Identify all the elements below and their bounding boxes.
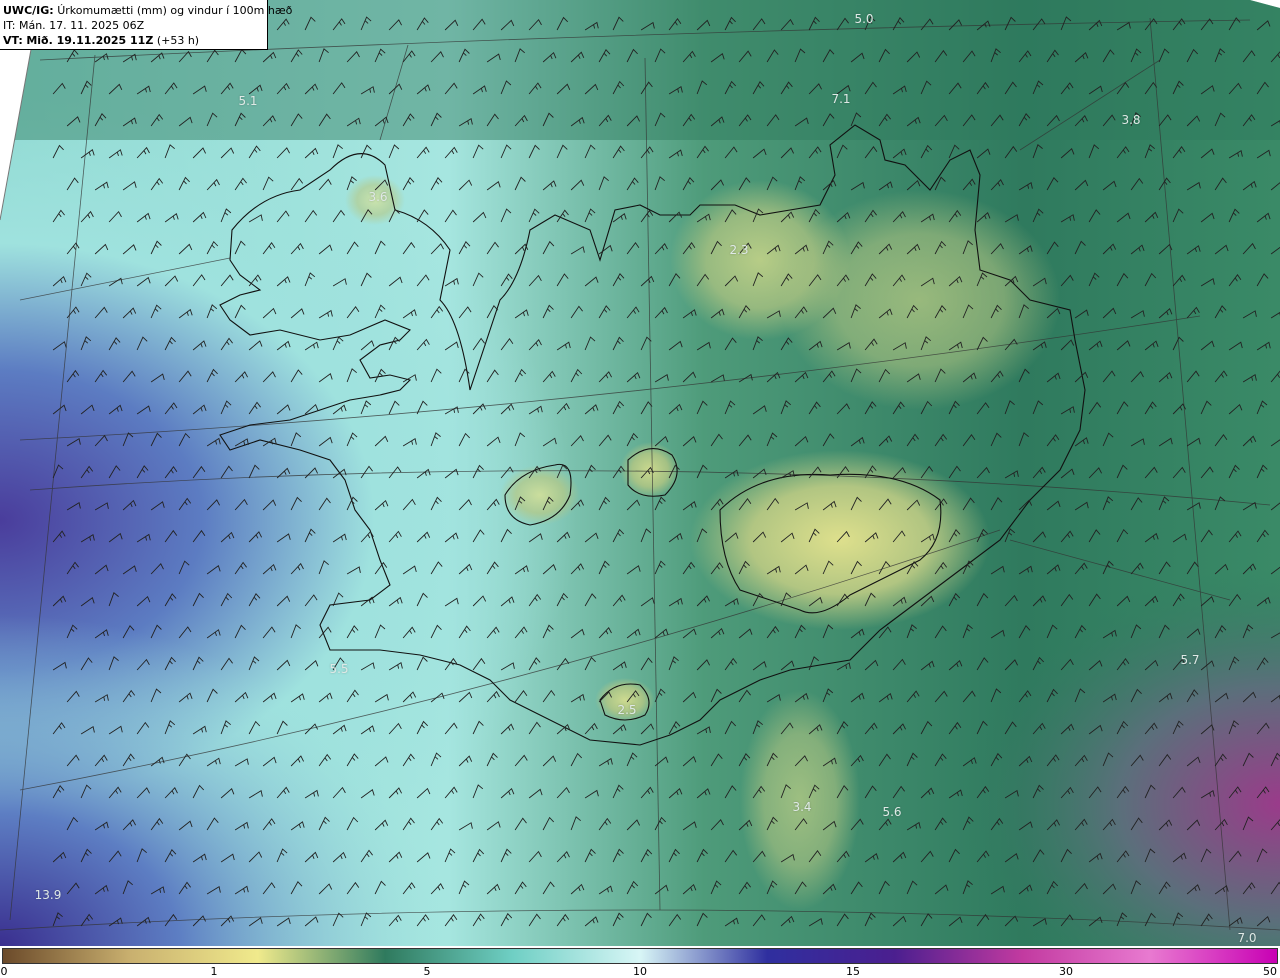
value-label: 7.1: [831, 92, 851, 106]
value-label: 3.4: [792, 800, 812, 814]
colorbar-tick: 1: [210, 965, 218, 978]
value-label: 5.7: [1180, 653, 1200, 667]
value-label: 5.5: [329, 662, 349, 676]
colorbar-tick: 15: [846, 965, 860, 978]
value-label: 2.3: [729, 243, 749, 257]
title-box: UWC/IG: Úrkomumætti (mm) og vindur í 100…: [0, 0, 292, 50]
colorbar: 0 1 5 10 15 30 50: [0, 946, 1280, 978]
title-line: UWC/IG: Úrkomumætti (mm) og vindur í 100…: [3, 3, 292, 18]
map-canvas: [0, 0, 1280, 946]
init-time: IT: Mán. 17. 11. 2025 06Z: [3, 19, 145, 32]
value-label: 5.6: [882, 805, 902, 819]
colorbar-tick: 10: [633, 965, 647, 978]
valid-prefix: VT:: [3, 34, 23, 47]
colorbar-tick: 5: [423, 965, 431, 978]
valid-time-line: VT: Mið. 19.11.2025 11Z (+53 h): [3, 33, 267, 48]
value-label: 2.5: [617, 703, 637, 717]
lead-time: (+53 h): [156, 34, 200, 47]
colorbar-gradient: [2, 948, 1278, 964]
valid-time: Mið. 19.11.2025 11Z: [26, 34, 154, 47]
value-label: 3.6: [368, 190, 388, 204]
value-label: 5.0: [854, 12, 874, 26]
product-code: UWC/IG:: [3, 4, 54, 17]
value-label: 5.1: [238, 94, 258, 108]
map-area: 5.0 5.1 7.1 3.8 3.6 2.3 5.7 2.5 3.4 5.6 …: [0, 0, 1280, 946]
map-title: Úrkomumætti (mm) og vindur í 100m hæð: [57, 4, 293, 17]
colorbar-tick: 0: [0, 965, 8, 978]
colorbar-tick: 30: [1059, 965, 1073, 978]
value-label: 7.0: [1237, 931, 1257, 945]
value-label: 13.9: [34, 888, 62, 902]
value-label: 3.8: [1121, 113, 1141, 127]
colorbar-tick: 50: [1263, 965, 1277, 978]
